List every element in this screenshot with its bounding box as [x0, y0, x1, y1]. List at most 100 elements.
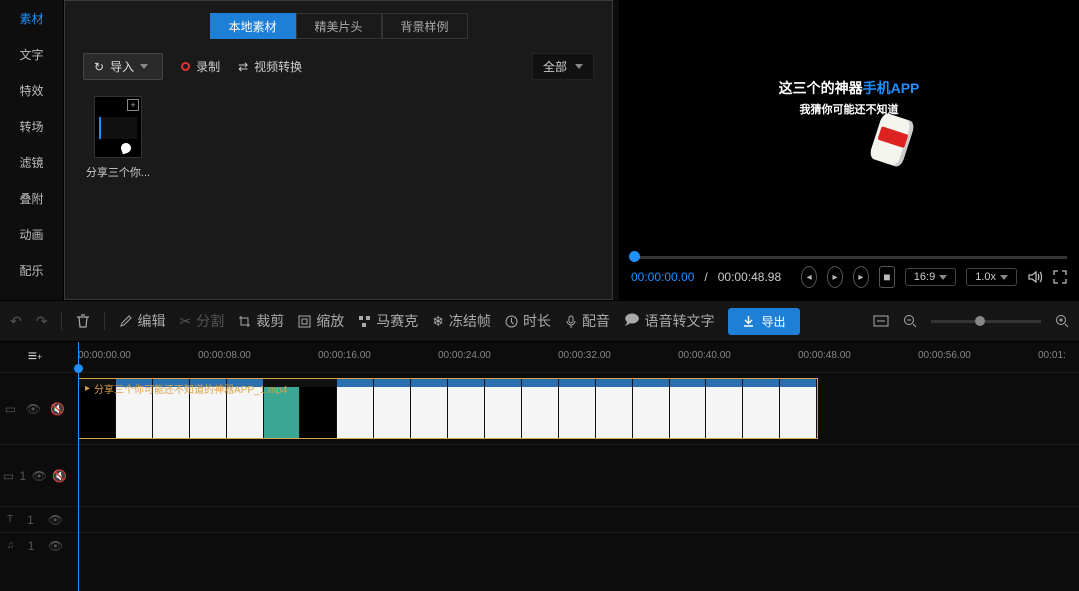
ruler-tick: 00:00:24.00 [438, 350, 491, 361]
audio-track-header[interactable]: ♫ 1 👁 [0, 532, 70, 558]
mosaic-button[interactable]: 马赛克 [358, 311, 418, 331]
aspect-ratio-select[interactable]: 16:9 [905, 268, 956, 286]
video-track-header[interactable]: ▭ 👁 🔇 [0, 372, 70, 444]
audio-track[interactable] [70, 532, 1079, 558]
preview-caption: 这三个的神器手机APP 我猜你可能还不知道 [629, 78, 1069, 117]
edit-button[interactable]: 编辑 [119, 311, 165, 331]
media-panel: 本地素材 精美片头 背景样例 ↻ 导入 录制 ⇄ 视频转换 [64, 0, 613, 300]
freeze-button[interactable]: ❄冻结帧 [432, 311, 491, 331]
music-icon: ♫ [7, 540, 15, 551]
timeline-body[interactable]: 00:00:00.00 00:00:08.00 00:00:16.00 00:0… [70, 342, 1079, 591]
zoom-out-button[interactable] [903, 314, 917, 328]
ruler-tick: 00:00:32.00 [558, 350, 611, 361]
export-button[interactable]: 导出 [728, 308, 799, 335]
scrub-handle[interactable] [629, 251, 640, 262]
playhead[interactable] [78, 342, 79, 591]
ruler-tick: 00:00:00.00 [78, 350, 131, 361]
volume-icon[interactable] [1027, 269, 1043, 285]
asset-filter-select[interactable]: 全部 [532, 53, 594, 80]
play-button[interactable]: ▸ [827, 266, 843, 288]
fit-timeline-icon[interactable] [873, 315, 889, 327]
record-icon [181, 62, 190, 71]
clip-title: ▸ 分享三个你可能还不知道的神器APP_1.mp4 [85, 381, 287, 396]
asset-thumbnail: + [94, 96, 142, 158]
chevron-down-icon [140, 64, 148, 69]
sidebar-tab-filter[interactable]: 滤镜 [0, 144, 63, 180]
next-frame-button[interactable]: ▸ [853, 266, 869, 288]
visibility-icon[interactable]: 👁 [32, 469, 47, 483]
timeline-menu-button[interactable]: ≡+ [0, 342, 70, 372]
prev-frame-button[interactable]: ◂ [801, 266, 817, 288]
speech-to-text-button[interactable]: 🗩语音转文字 [624, 309, 715, 333]
track-index: 1 [20, 469, 27, 483]
redo-button[interactable]: ↷ [36, 313, 48, 330]
crop-button[interactable]: 裁剪 [238, 311, 284, 331]
time-ruler[interactable]: 00:00:00.00 00:00:08.00 00:00:16.00 00:0… [70, 342, 1079, 372]
fullscreen-icon[interactable] [1053, 270, 1067, 284]
export-icon [742, 315, 755, 328]
zoom-in-button[interactable] [1055, 314, 1069, 328]
undo-button[interactable]: ↶ [10, 313, 22, 330]
video-clip[interactable]: ▸ 分享三个你可能还不知道的神器APP_1.mp4 [78, 378, 818, 439]
import-button[interactable]: ↻ 导入 [83, 53, 163, 80]
sidebar-tab-music[interactable]: 配乐 [0, 252, 63, 288]
scale-button[interactable]: 缩放 [298, 311, 344, 331]
sidebar-tab-transition[interactable]: 转场 [0, 108, 63, 144]
preview-viewport[interactable]: 这三个的神器手机APP 我猜你可能还不知道 [629, 6, 1069, 254]
preview-text-highlight: 手机APP [863, 80, 920, 96]
ruler-tick: 00:00:48.00 [798, 350, 851, 361]
mute-icon[interactable]: 🔇 [52, 469, 67, 483]
overlay-icon: ▭ [3, 469, 14, 483]
asset-item[interactable]: + 分享三个你... [83, 96, 153, 180]
dub-button[interactable]: 配音 [565, 311, 610, 331]
import-label: 导入 [110, 58, 134, 75]
asset-tab-intro[interactable]: 精美片头 [296, 13, 382, 39]
asset-source-tabs: 本地素材 精美片头 背景样例 [65, 13, 612, 39]
overlay-track-header[interactable]: ▭ 1 👁 🔇 [0, 444, 70, 506]
chevron-down-icon [1000, 275, 1008, 280]
asset-tab-bg[interactable]: 背景样例 [382, 13, 468, 39]
sidebar-tab-overlay[interactable]: 叠附 [0, 180, 63, 216]
record-button[interactable]: 录制 [181, 58, 220, 75]
mute-icon[interactable]: 🔇 [50, 402, 65, 416]
track-index: 1 [27, 513, 34, 527]
preview-panel: 这三个的神器手机APP 我猜你可能还不知道 00:00:00.00 / 00:0… [619, 0, 1079, 300]
add-to-timeline-icon[interactable]: + [127, 99, 139, 111]
speed-select[interactable]: 1.0x [966, 268, 1017, 286]
chevron-down-icon [939, 275, 947, 280]
preview-scrubber[interactable] [629, 254, 1069, 260]
ruler-tick: 00:00:56.00 [918, 350, 971, 361]
sidebar-tab-text[interactable]: 文字 [0, 36, 63, 72]
sidebar-tab-effects[interactable]: 特效 [0, 72, 63, 108]
delete-button[interactable] [76, 314, 90, 328]
split-button[interactable]: ✂分割 [179, 311, 224, 331]
preview-graphic [869, 112, 916, 168]
text-track[interactable] [70, 506, 1079, 532]
zoom-slider[interactable] [931, 320, 1041, 323]
left-sidebar: 素材 文字 特效 转场 滤镜 叠附 动画 配乐 [0, 0, 64, 300]
asset-tab-local[interactable]: 本地素材 [210, 13, 296, 39]
preview-text: 这三个的神器 [779, 80, 863, 96]
ruler-tick: 00:00:40.00 [678, 350, 731, 361]
visibility-icon[interactable]: 👁 [48, 513, 63, 527]
export-label: 导出 [761, 313, 785, 330]
chevron-down-icon [575, 64, 583, 69]
zoom-knob[interactable] [975, 316, 985, 326]
convert-button[interactable]: ⇄ 视频转换 [238, 58, 302, 75]
video-track[interactable]: ▸ 分享三个你可能还不知道的神器APP_1.mp4 [70, 372, 1079, 444]
duration-button[interactable]: 时长 [505, 311, 551, 331]
sidebar-tab-animation[interactable]: 动画 [0, 216, 63, 252]
convert-label: 视频转换 [254, 58, 302, 75]
overlay-track[interactable] [70, 444, 1079, 506]
stop-button[interactable]: ■ [879, 266, 895, 288]
visibility-icon[interactable]: 👁 [26, 402, 41, 416]
text-track-header[interactable]: T 1 👁 [0, 506, 70, 532]
timeline: ≡+ ▭ 👁 🔇 ▭ 1 👁 🔇 T 1 👁 ♫ 1 👁 [0, 342, 1079, 591]
film-icon: ▭ [5, 402, 16, 416]
editor-toolbar: ↶ ↷ 编辑 ✂分割 裁剪 缩放 马赛克 ❄冻结帧 时长 配音 🗩语音转文字 导… [0, 300, 1079, 342]
ruler-tick: 00:00:16.00 [318, 350, 371, 361]
record-label: 录制 [196, 58, 220, 75]
visibility-icon[interactable]: 👁 [48, 539, 63, 553]
sidebar-tab-media[interactable]: 素材 [0, 0, 63, 36]
preview-subtext: 我猜你可能还不知道 [629, 101, 1069, 117]
